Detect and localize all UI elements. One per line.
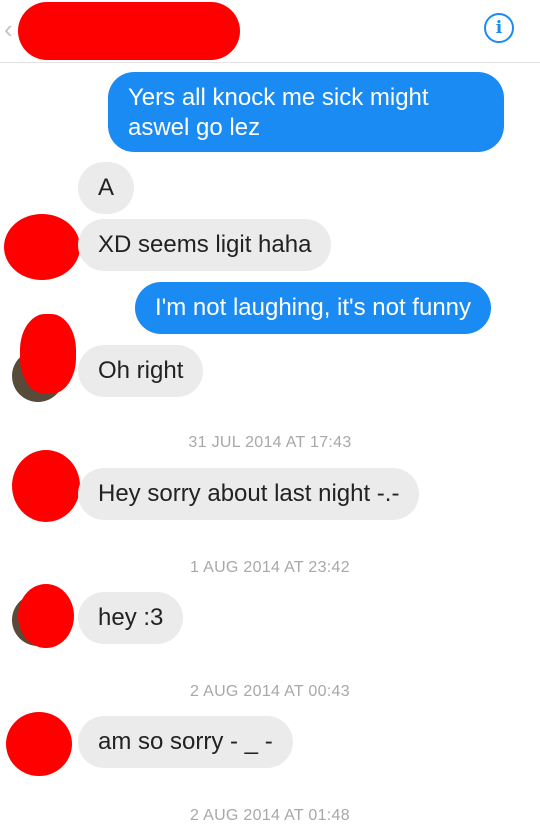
- message-incoming[interactable]: Oh right: [78, 345, 204, 397]
- timestamp: 1 AUG 2014 AT 23:42: [190, 559, 350, 576]
- avatar[interactable]: [12, 450, 80, 522]
- message-outgoing[interactable]: Yers all knock me sick might aswel go le…: [108, 72, 504, 152]
- redacted-contact-name: [18, 2, 240, 60]
- info-glyph: i: [495, 18, 503, 38]
- conversation-header: ‹ i: [0, 0, 540, 63]
- message-text: am so sorry - _ -: [98, 728, 273, 755]
- message-incoming[interactable]: A: [78, 162, 135, 214]
- message-incoming[interactable]: XD seems ligit haha: [78, 219, 332, 271]
- avatar[interactable]: [4, 214, 80, 280]
- timestamp: 31 JUL 2014 AT 17:43: [188, 434, 352, 451]
- message-text: Hey sorry about last night -.-: [98, 480, 400, 507]
- timestamp: 2 AUG 2014 AT 01:48: [190, 807, 350, 824]
- message-text: hey :3: [98, 604, 164, 631]
- avatar[interactable]: [20, 314, 76, 394]
- message-text-line: aswel go lez: [128, 114, 261, 141]
- info-icon[interactable]: i: [484, 13, 514, 43]
- message-outgoing[interactable]: I'm not laughing, it's not funny: [135, 282, 492, 334]
- timestamp: 2 AUG 2014 AT 00:43: [190, 683, 350, 700]
- message-text: Oh right: [98, 357, 184, 384]
- message-incoming[interactable]: Hey sorry about last night -.-: [78, 468, 420, 520]
- message-text: I'm not laughing, it's not funny: [155, 294, 472, 321]
- message-text: XD seems ligit haha: [98, 231, 312, 258]
- chevron-left-icon[interactable]: ‹: [4, 14, 13, 44]
- message-incoming[interactable]: hey :3: [78, 592, 184, 644]
- avatar[interactable]: [18, 584, 74, 648]
- message-text-line: Yers all knock me sick might: [128, 84, 429, 111]
- message-text: A: [98, 174, 115, 201]
- avatar[interactable]: [6, 712, 72, 776]
- message-incoming[interactable]: am so sorry - _ -: [78, 716, 293, 768]
